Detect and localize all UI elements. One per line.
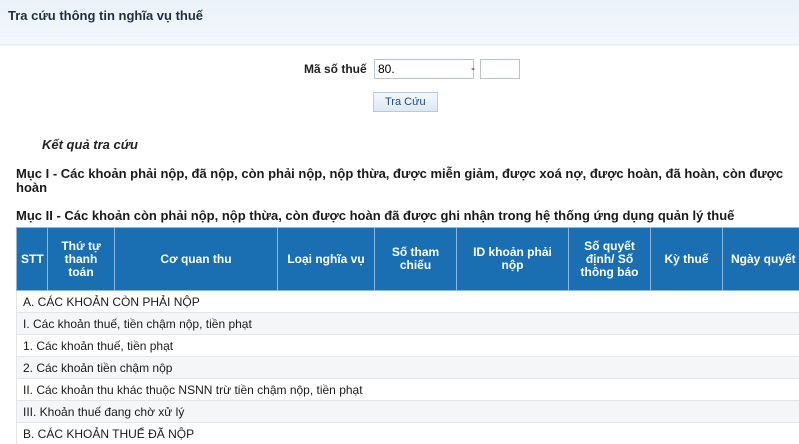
col-header-decision-number: Số quyết định/ Số thông báo: [568, 227, 651, 291]
table-row-label: I. Các khoản thuế, tiền chậm nộp, tiền p…: [16, 312, 799, 335]
obligations-table-container[interactable]: STT Thứ tự thanh toán Cơ quan thu Loại n…: [16, 227, 799, 444]
table-row: B. CÁC KHOẢN THUẾ ĐÃ NỘP: [16, 422, 799, 444]
table-row: III. Khoản thuế đang chờ xử lý: [16, 400, 799, 423]
table-row: I. Các khoản thuế, tiền chậm nộp, tiền p…: [16, 312, 799, 335]
tax-code-label: Mã số thuế: [304, 62, 367, 76]
tax-code-input[interactable]: [374, 59, 474, 79]
page-title: Tra cứu thông tin nghĩa vụ thuế: [8, 8, 204, 23]
table-header-row: STT Thứ tự thanh toán Cơ quan thu Loại n…: [16, 227, 799, 291]
tax-code-form: Mã số thuế -: [0, 59, 799, 81]
col-header-obligation-type: Loại nghĩa vụ: [277, 227, 375, 291]
col-header-decision-date: Ngày quyết định/ Ngày thông báo: [722, 227, 799, 291]
tax-code-separator: -: [471, 61, 475, 75]
col-header-tax-period: Kỳ thuế: [650, 227, 723, 291]
page-title-bar: Tra cứu thông tin nghĩa vụ thuế: [0, 0, 799, 45]
search-button[interactable]: Tra Cứu: [373, 92, 438, 112]
section-1-heading: Mục I - Các khoản phải nộp, đã nộp, còn …: [16, 166, 784, 195]
table-row-label: A. CÁC KHOẢN CÒN PHẢI NỘP: [16, 290, 799, 313]
table-row: A. CÁC KHOẢN CÒN PHẢI NỘP: [16, 290, 799, 313]
table-row: 1. Các khoản thuế, tiền phạt: [16, 334, 799, 357]
branch-code-input[interactable]: [480, 59, 520, 79]
table-row-label: 2. Các khoản tiền chậm nộp: [16, 356, 799, 379]
table-row: 2. Các khoản tiền chậm nộp: [16, 356, 799, 379]
col-header-stt: STT: [16, 227, 48, 291]
col-header-payment-order: Thứ tự thanh toán: [47, 227, 115, 291]
table-row-label: 1. Các khoản thuế, tiền phạt: [16, 334, 799, 357]
table-row-label: B. CÁC KHOẢN THUẾ ĐÃ NỘP: [16, 422, 799, 444]
table-row-label: II. Các khoản thu khác thuộc NSNN trừ ti…: [16, 378, 799, 401]
obligations-table: STT Thứ tự thanh toán Cơ quan thu Loại n…: [16, 227, 799, 444]
table-row-label: III. Khoản thuế đang chờ xử lý: [16, 400, 799, 423]
section-2-heading: Mục II - Các khoản còn phải nộp, nộp thừ…: [16, 208, 735, 223]
col-header-reference-number: Số tham chiếu: [374, 227, 457, 291]
table-row: II. Các khoản thu khác thuộc NSNN trừ ti…: [16, 378, 799, 401]
col-header-payable-id: ID khoản phải nộp: [456, 227, 569, 291]
col-header-collecting-agency: Cơ quan thu: [114, 227, 278, 291]
results-heading: Kết quả tra cứu: [42, 137, 138, 152]
